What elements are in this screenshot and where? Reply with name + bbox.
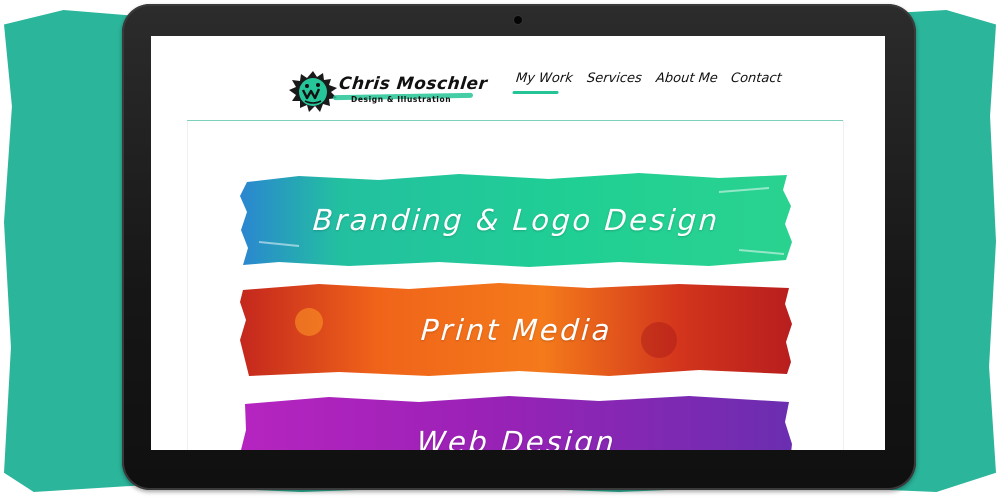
banner-web-design-label: Web Design bbox=[415, 425, 618, 450]
banner-web-design[interactable]: Web Design bbox=[239, 394, 794, 450]
nav-about-me-label: About Me bbox=[654, 71, 719, 86]
nav-active-underline bbox=[512, 91, 559, 94]
logo-name: Chris Moschler bbox=[337, 74, 489, 94]
logo-tagline: Design & Illustration bbox=[351, 95, 452, 104]
nav-contact[interactable]: Contact bbox=[731, 71, 783, 86]
nav-services-label: Services bbox=[585, 71, 643, 86]
site-logo[interactable]: Chris Moschler Design & Illustration bbox=[287, 68, 489, 116]
main-nav: My Work Services About Me Contact bbox=[512, 71, 783, 94]
nav-services[interactable]: Services bbox=[586, 71, 642, 86]
right-divider bbox=[843, 120, 844, 450]
nav-my-work[interactable]: My Work bbox=[512, 71, 574, 94]
banner-print-media[interactable]: Print Media bbox=[239, 282, 794, 378]
header-divider bbox=[187, 120, 843, 121]
left-divider bbox=[187, 120, 188, 450]
nav-about-me[interactable]: About Me bbox=[655, 71, 718, 86]
spiky-monster-face-icon bbox=[289, 71, 337, 112]
camera-icon bbox=[514, 16, 522, 24]
device-screen: Chris Moschler Design & Illustration My … bbox=[151, 36, 885, 450]
nav-contact-label: Contact bbox=[730, 71, 783, 86]
banner-print-media-label: Print Media bbox=[419, 313, 614, 347]
banner-branding-label: Branding & Logo Design bbox=[311, 203, 722, 237]
banner-branding-logo-design[interactable]: Branding & Logo Design bbox=[239, 172, 794, 268]
nav-my-work-label: My Work bbox=[515, 71, 574, 86]
